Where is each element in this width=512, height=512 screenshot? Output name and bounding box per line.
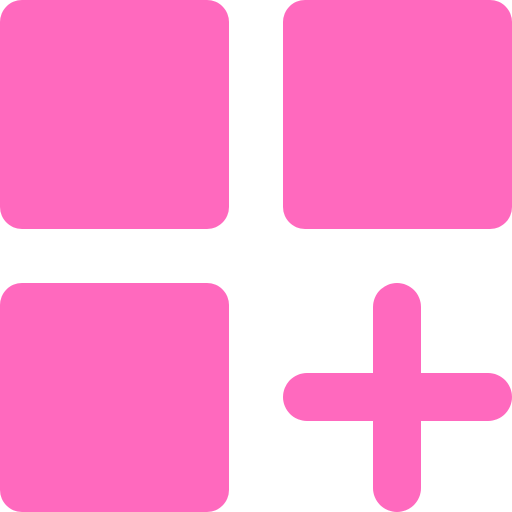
grid-tile-top-right (283, 0, 512, 229)
add-grid-icon[interactable] (0, 0, 512, 512)
plus-icon (283, 283, 512, 512)
grid-tile-bottom-left (0, 283, 229, 512)
add-grid-icon-canvas (0, 0, 512, 512)
grid-tile-top-left (0, 0, 229, 229)
